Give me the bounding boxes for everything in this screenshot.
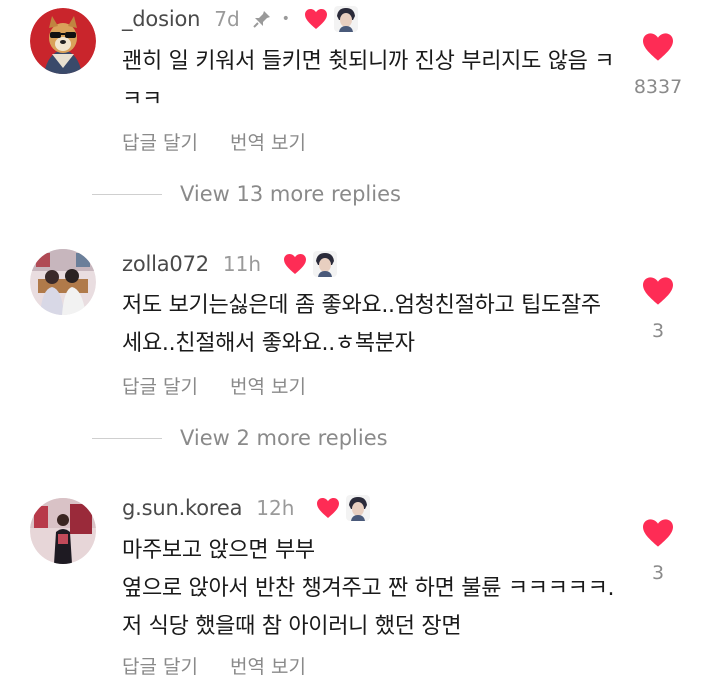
comment-actions: 답글 달기 번역 보기 xyxy=(122,128,306,155)
like-column: 8337 xyxy=(626,32,690,98)
view-replies-button[interactable]: View 2 more replies xyxy=(92,426,388,450)
translate-button[interactable]: 번역 보기 xyxy=(230,652,306,679)
avatar[interactable] xyxy=(30,8,96,74)
comment-header: zolla072 11h xyxy=(122,247,338,281)
comment-time: 11h xyxy=(222,252,262,276)
view-replies-label[interactable]: View 2 more replies xyxy=(180,426,388,450)
reply-button[interactable]: 답글 달기 xyxy=(122,372,198,399)
comment-text: 저도 보기는싫은데 좀 좋와요..엄청친절하고 팁도잘주세요..친절해서 좋와요… xyxy=(122,293,601,356)
like-heart-icon[interactable] xyxy=(641,32,675,62)
comment-time: 7d xyxy=(214,7,240,31)
like-column: 3 xyxy=(626,276,690,342)
like-count: 8337 xyxy=(633,76,683,98)
avatar[interactable] xyxy=(30,249,96,315)
avatar[interactable] xyxy=(30,498,96,564)
separator-dot: • xyxy=(281,11,290,27)
reply-button[interactable]: 답글 달기 xyxy=(122,128,198,155)
comment-actions: 답글 달기 번역 보기 xyxy=(122,372,306,399)
like-count: 3 xyxy=(651,320,665,342)
comment-time: 12h xyxy=(256,496,295,520)
creator-avatar xyxy=(313,251,338,277)
pin-icon xyxy=(252,9,272,29)
like-heart-icon[interactable] xyxy=(641,276,675,306)
like-heart-icon[interactable] xyxy=(641,518,675,548)
creator-liked-heart-icon xyxy=(316,497,340,519)
like-count: 3 xyxy=(651,562,665,584)
translate-button[interactable]: 번역 보기 xyxy=(230,372,306,399)
comment-text: 괜히 일 키워서 들키면 췻되니까 진상 부리지도 않음 ㅋㅋㅋ xyxy=(122,49,615,112)
comment-actions: 답글 달기 번역 보기 xyxy=(122,652,306,679)
username[interactable]: g.sun.korea xyxy=(122,496,242,520)
creator-avatar xyxy=(333,6,358,32)
like-column: 3 xyxy=(626,518,690,584)
comment-header: g.sun.korea 12h xyxy=(122,491,371,525)
replies-divider xyxy=(92,193,162,195)
translate-button[interactable]: 번역 보기 xyxy=(230,128,306,155)
view-replies-button[interactable]: View 13 more replies xyxy=(92,182,401,206)
creator-avatar xyxy=(346,495,371,521)
reply-button[interactable]: 답글 달기 xyxy=(122,652,198,679)
creator-liked-heart-icon xyxy=(304,8,328,30)
username[interactable]: zolla072 xyxy=(122,252,209,276)
comment-header: _dosion 7d • xyxy=(122,2,358,36)
view-replies-label[interactable]: View 13 more replies xyxy=(180,182,401,206)
replies-divider xyxy=(92,437,162,439)
username[interactable]: _dosion xyxy=(122,7,200,31)
comment-text: 마주보고 앉으면 부부 옆으로 앉아서 반찬 챙겨주고 짠 하면 불륜 ㅋㅋㅋㅋ… xyxy=(122,538,615,639)
creator-liked-heart-icon xyxy=(283,253,307,275)
